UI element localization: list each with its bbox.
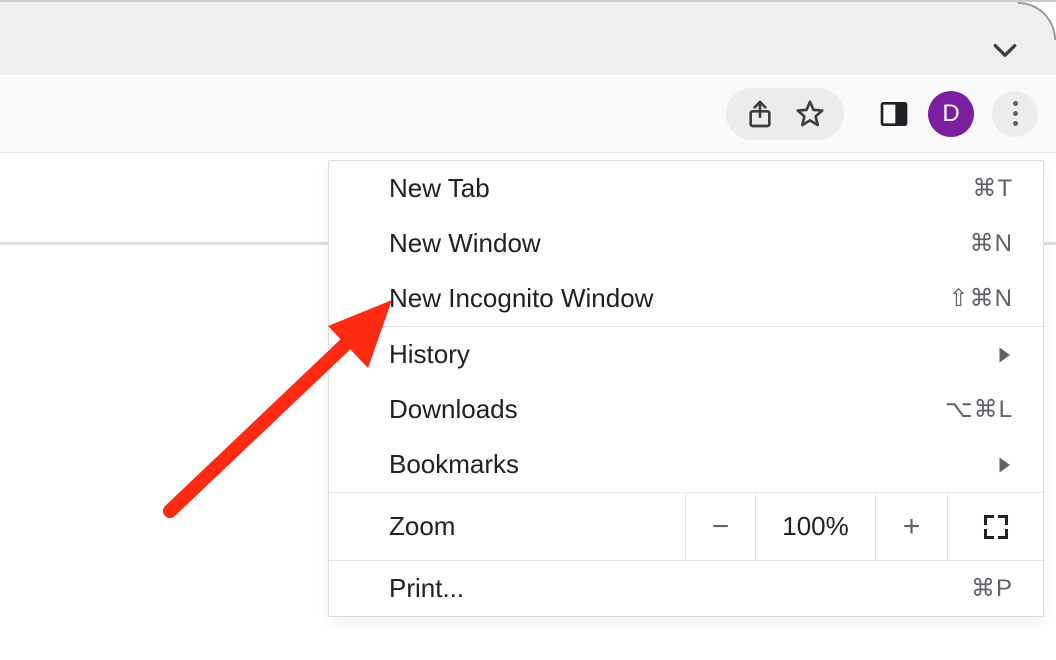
side-panel-icon[interactable]: [878, 98, 910, 130]
bookmark-star-icon[interactable]: [794, 98, 826, 130]
menu-item-label: History: [389, 339, 470, 370]
menu-item-label: New Incognito Window: [389, 283, 653, 314]
profile-avatar[interactable]: D: [928, 91, 974, 137]
menu-item-history[interactable]: History: [329, 327, 1043, 382]
menu-item-downloads[interactable]: Downloads ⌥⌘L: [329, 382, 1043, 437]
share-icon[interactable]: [744, 98, 776, 130]
menu-item-shortcut: ⌘N: [970, 229, 1013, 258]
menu-item-label: Downloads: [389, 394, 518, 425]
menu-item-new-incognito-window[interactable]: New Incognito Window ⇧⌘N: [329, 271, 1043, 326]
fullscreen-button[interactable]: [947, 493, 1043, 560]
overflow-menu: New Tab ⌘T New Window ⌘N New Incognito W…: [328, 160, 1044, 617]
avatar-letter: D: [942, 100, 959, 128]
zoom-label: Zoom: [329, 493, 685, 560]
menu-item-shortcut: ⌘T: [972, 174, 1013, 203]
zoom-value: 100%: [755, 493, 875, 560]
menu-item-label: New Window: [389, 228, 541, 259]
tab-search-chevron-icon[interactable]: [992, 42, 1018, 60]
menu-item-new-window[interactable]: New Window ⌘N: [329, 216, 1043, 271]
address-bar-actions: [726, 88, 844, 140]
menu-item-print[interactable]: Print... ⌘P: [329, 561, 1043, 616]
submenu-triangle-icon: [995, 456, 1013, 474]
menu-item-label: Bookmarks: [389, 449, 519, 480]
menu-item-label: New Tab: [389, 173, 490, 204]
overflow-menu-button[interactable]: [992, 91, 1038, 137]
menu-section: Print... ⌘P: [329, 560, 1043, 616]
menu-item-bookmarks[interactable]: Bookmarks: [329, 437, 1043, 492]
submenu-triangle-icon: [995, 346, 1013, 364]
zoom-in-button[interactable]: +: [875, 493, 947, 560]
menu-item-shortcut: ⌘P: [971, 574, 1013, 603]
menu-section: History Downloads ⌥⌘L Bookmarks: [329, 326, 1043, 492]
menu-item-shortcut: ⌥⌘L: [945, 395, 1013, 424]
menu-item-label: Print...: [389, 573, 464, 604]
zoom-out-button[interactable]: −: [685, 493, 755, 560]
menu-item-shortcut: ⇧⌘N: [949, 284, 1013, 313]
menu-item-new-tab[interactable]: New Tab ⌘T: [329, 161, 1043, 216]
window-tab-strip: [0, 0, 1056, 75]
browser-toolbar: D: [0, 75, 1056, 153]
menu-section: New Tab ⌘T New Window ⌘N New Incognito W…: [329, 161, 1043, 326]
menu-zoom-row: Zoom − 100% +: [329, 492, 1043, 560]
